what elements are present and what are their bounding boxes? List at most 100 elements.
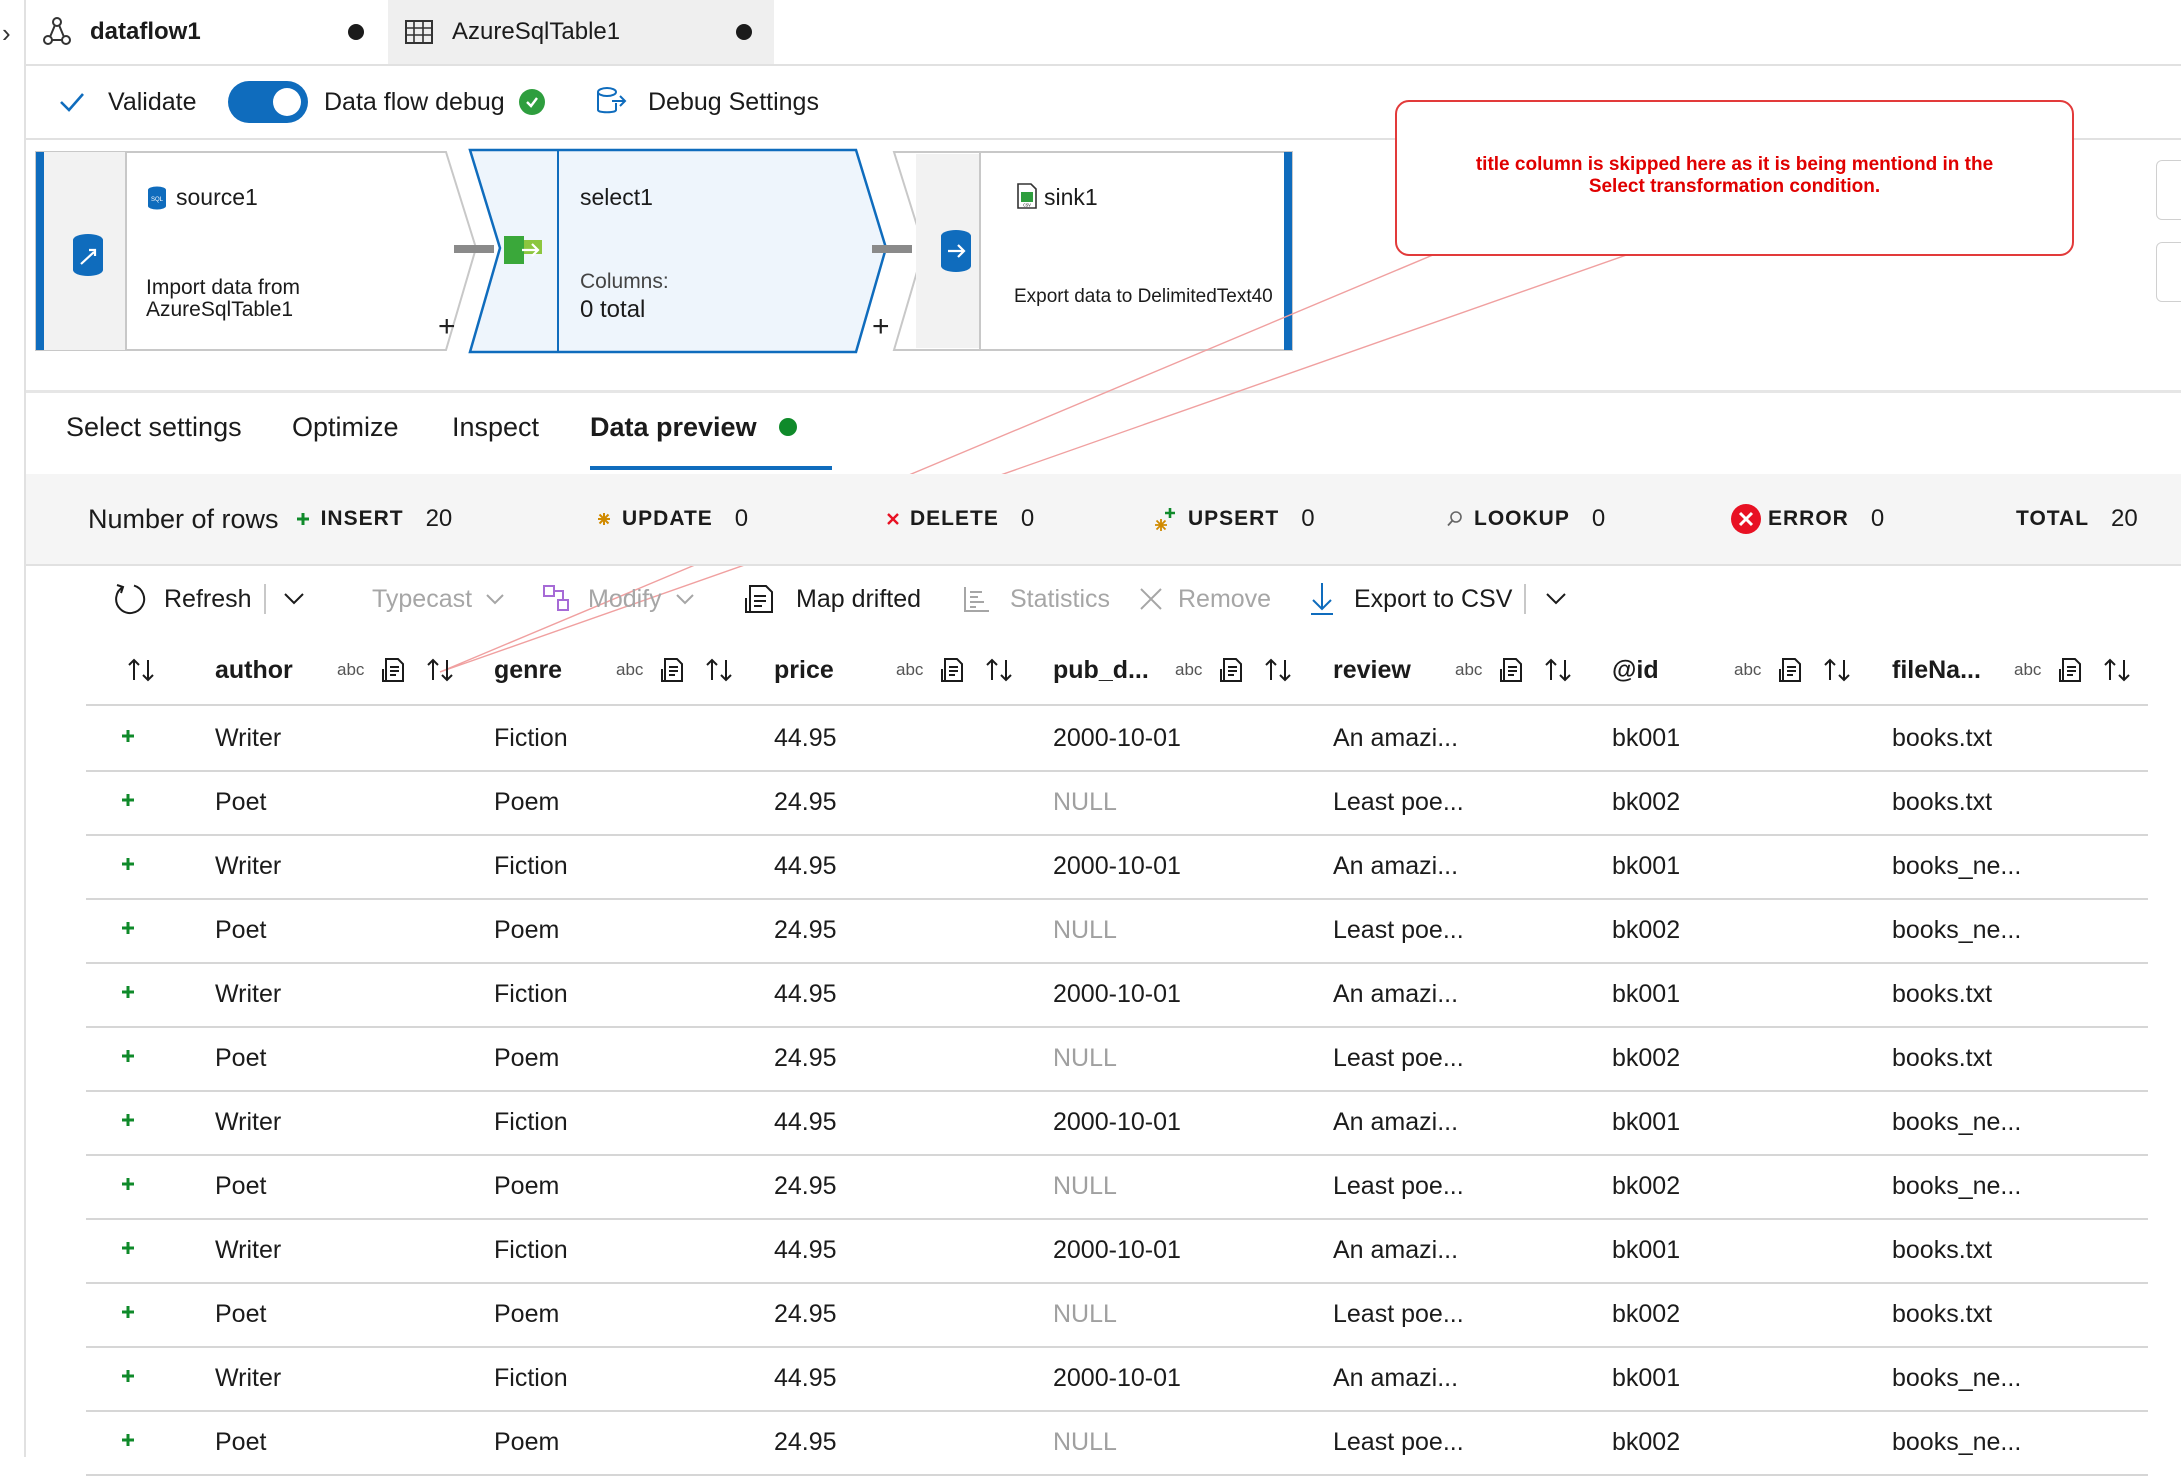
column-map-icon[interactable] <box>1219 636 1245 704</box>
tab-inspect[interactable]: Inspect <box>452 412 539 443</box>
zoom-out-button[interactable] <box>2156 242 2181 302</box>
column-map-icon[interactable] <box>1778 636 1804 704</box>
table-row[interactable]: Poet Poem 24.95 NULL Least poe... bk002 books.… <box>86 1026 2148 1092</box>
column-map-icon[interactable] <box>940 636 966 704</box>
export-dropdown-button[interactable] <box>1544 566 1568 632</box>
column-map-icon[interactable] <box>660 636 686 704</box>
insert-plus-icon <box>120 728 140 748</box>
column-header[interactable]: author <box>215 636 293 704</box>
table-cell: An amazi... <box>1333 1107 1459 1136</box>
upsert-icon <box>1154 506 1178 532</box>
source-node-title[interactable]: source1 <box>176 184 258 211</box>
table-cell: 44.95 <box>774 851 837 880</box>
tab-optimize[interactable]: Optimize <box>292 412 399 443</box>
chevron-right-icon[interactable]: › <box>2 18 11 49</box>
tab-data-preview[interactable]: Data preview <box>590 412 797 443</box>
typecast-button[interactable]: Typecast <box>372 566 506 632</box>
column-map-icon[interactable] <box>1499 636 1525 704</box>
table-row[interactable]: Writer Fiction 44.95 2000-10-01 An amazi... b… <box>86 962 2148 1028</box>
sort-icon <box>128 658 154 682</box>
tab-dataflow1[interactable]: dataflow1 <box>26 0 386 64</box>
column-sort-icon[interactable] <box>425 636 455 704</box>
debug-settings-button[interactable]: Debug Settings <box>594 66 819 138</box>
table-cell: Poem <box>494 1299 560 1328</box>
column-sort-icon[interactable] <box>984 636 1014 704</box>
refresh-dropdown-button[interactable] <box>282 566 306 632</box>
modify-button[interactable]: Modify <box>542 566 696 632</box>
toggle-knob <box>273 88 301 116</box>
column-sort-icon[interactable] <box>1543 636 1573 704</box>
column-header[interactable]: @id <box>1612 636 1659 704</box>
tab-label: dataflow1 <box>90 18 201 45</box>
column-header[interactable]: price <box>774 636 834 704</box>
table-cell: NULL <box>1053 1171 1117 1200</box>
statistics-button[interactable]: Statistics <box>962 566 1110 632</box>
column-sort-icon[interactable] <box>704 636 734 704</box>
table-row[interactable]: Writer Fiction 44.95 2000-10-01 An amazi... b… <box>86 1090 2148 1156</box>
table-row[interactable]: Writer Fiction 44.95 2000-10-01 An amazi... b… <box>86 1218 2148 1284</box>
stat-lookup: LOOKUP 0 <box>1446 474 1605 564</box>
column-map-icon[interactable] <box>2058 636 2084 704</box>
tab-azuresqltable1[interactable]: AzureSqlTable1 <box>388 0 774 64</box>
settings-tabs: Select settings Optimize Inspect Data pr… <box>26 392 2181 472</box>
table-cell: books_ne... <box>1892 1363 2022 1392</box>
toggle-switch[interactable] <box>228 81 308 123</box>
table-cell: Least poe... <box>1333 1043 1464 1072</box>
table-row[interactable]: Poet Poem 24.95 NULL Least poe... bk002 books.… <box>86 770 2148 836</box>
typecast-label: Typecast <box>372 584 473 613</box>
validate-button[interactable]: Validate <box>58 66 197 138</box>
table-row[interactable]: Poet Poem 24.95 NULL Least poe... bk002 books_… <box>86 898 2148 964</box>
add-transform-button[interactable]: + <box>872 310 890 344</box>
table-cell: books.txt <box>1892 787 1993 816</box>
source-node-desc-line1: Import data from <box>146 276 301 299</box>
zoom-in-button[interactable] <box>2156 160 2181 220</box>
export-csv-button[interactable]: Export to CSV <box>1308 566 1512 632</box>
column-header[interactable]: fileNa... <box>1892 636 1981 704</box>
column-header[interactable]: review <box>1333 636 1411 704</box>
table-cell: Poem <box>494 915 560 944</box>
debug-toggle[interactable]: Data flow debug <box>228 66 545 138</box>
export-label: Export to CSV <box>1354 584 1513 613</box>
remove-button[interactable]: Remove <box>1138 566 1271 632</box>
table-cell: books_ne... <box>1892 851 2022 880</box>
source-node-desc-line2: AzureSqlTable1 <box>146 298 294 321</box>
table-row[interactable]: Poet Poem 24.95 NULL Least poe... bk002 books_… <box>86 1410 2148 1476</box>
table-cell: 44.95 <box>774 979 837 1008</box>
table-row[interactable]: Writer Fiction 44.95 2000-10-01 An amazi... b… <box>86 706 2148 772</box>
add-transform-button[interactable]: + <box>438 310 456 344</box>
tab-select-settings[interactable]: Select settings <box>66 412 242 443</box>
refresh-button[interactable]: Refresh <box>112 566 252 632</box>
preview-action-bar: Refresh Typecast Modify Map drifted Stat… <box>26 566 2181 632</box>
table-cell: bk001 <box>1612 979 1681 1008</box>
sink-node-desc: Export data to DelimitedText40 <box>1014 286 1273 307</box>
table-cell: NULL <box>1053 787 1117 816</box>
table-cell: Least poe... <box>1333 1171 1464 1200</box>
column-header[interactable]: genre <box>494 636 562 704</box>
table-cell: Fiction <box>494 1235 568 1264</box>
table-cell: Writer <box>215 1107 282 1136</box>
row-sort-button[interactable] <box>126 636 156 704</box>
column-sort-icon[interactable] <box>2102 636 2132 704</box>
insert-label: INSERT <box>320 507 404 530</box>
table-cell: bk002 <box>1612 1171 1681 1200</box>
table-cell: 2000-10-01 <box>1053 851 1181 880</box>
table-cell: 24.95 <box>774 1427 837 1456</box>
total-value: 20 <box>2111 505 2138 532</box>
table-row[interactable]: Writer Fiction 44.95 2000-10-01 An amazi... b… <box>86 834 2148 900</box>
sink-node-title[interactable]: sink1 <box>1044 184 1098 211</box>
column-header[interactable]: pub_d... <box>1053 636 1149 704</box>
sink-database-icon <box>941 230 971 272</box>
table-row[interactable]: Poet Poem 24.95 NULL Least poe... bk002 books_… <box>86 1154 2148 1220</box>
table-row[interactable]: Poet Poem 24.95 NULL Least poe... bk002 books.… <box>86 1282 2148 1348</box>
column-sort-icon[interactable] <box>1822 636 1852 704</box>
map-drifted-button[interactable]: Map drifted <box>744 566 921 632</box>
column-map-icon[interactable] <box>381 636 407 704</box>
table-cell: bk001 <box>1612 1363 1681 1392</box>
table-row[interactable]: Writer Fiction 44.95 2000-10-01 An amazi... b… <box>86 1346 2148 1412</box>
table-cell: NULL <box>1053 915 1117 944</box>
column-type-badge: abc <box>1734 660 1762 679</box>
column-sort-icon[interactable] <box>1263 636 1293 704</box>
table-cell: books.txt <box>1892 1043 1993 1072</box>
table-cell: 2000-10-01 <box>1053 1107 1181 1136</box>
select-node-title[interactable]: select1 <box>580 184 653 211</box>
